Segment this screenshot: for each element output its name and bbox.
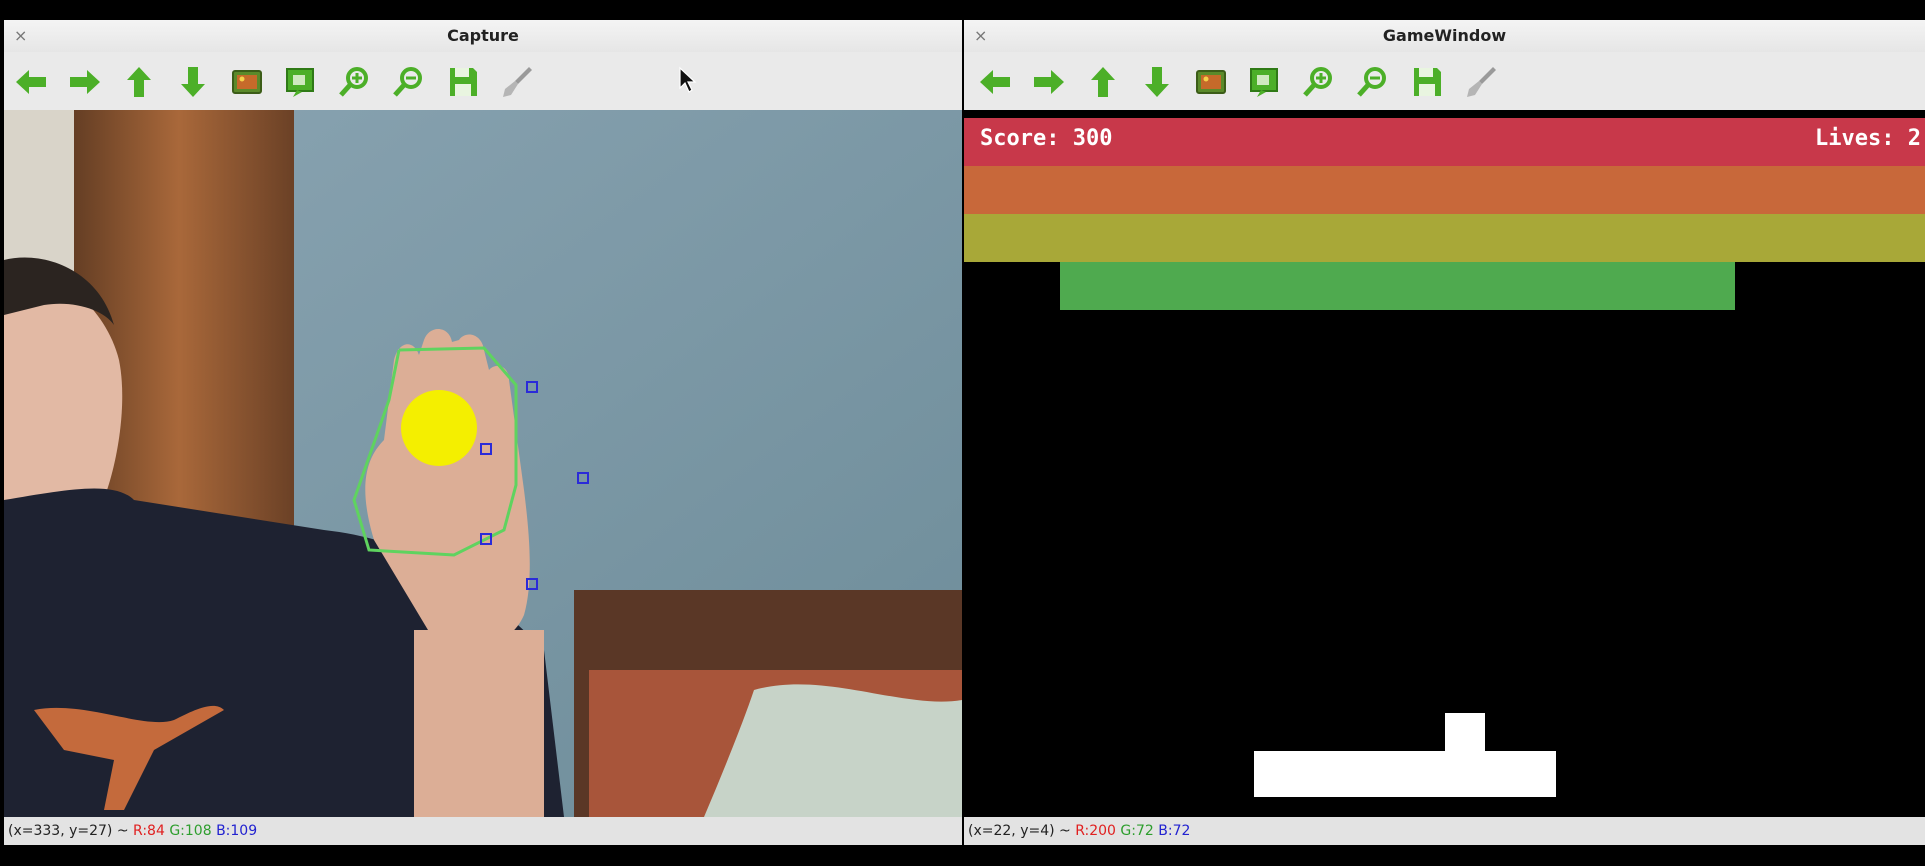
close-icon[interactable]: × [974, 20, 987, 52]
mouse-cursor-icon [679, 66, 697, 93]
lives-label: Lives: 2 [1815, 126, 1921, 151]
tracking-marker [526, 578, 538, 590]
save-icon[interactable] [442, 62, 484, 102]
window-title: GameWindow [1382, 26, 1507, 45]
arrow-left-icon[interactable] [10, 62, 52, 102]
score-label: Score: 300 [980, 126, 1113, 151]
capture-statusbar: (x=333, y=27) ~ R:84 G:108 B:109 [4, 817, 962, 845]
zoom-in-icon[interactable] [334, 62, 376, 102]
game-canvas[interactable]: Score: 300 Lives: 2 [964, 110, 1925, 817]
zoom-region-icon[interactable] [1244, 62, 1286, 102]
tracking-marker [526, 381, 538, 393]
tracking-marker [480, 533, 492, 545]
close-icon[interactable]: × [14, 20, 27, 52]
ball [1445, 713, 1485, 751]
game-titlebar: × GameWindow [964, 20, 1925, 52]
zoom-out-icon[interactable] [1352, 62, 1394, 102]
arrow-down-icon[interactable] [172, 62, 214, 102]
status-r: R:84 [133, 823, 165, 839]
tracking-marker [577, 472, 589, 484]
zoom-in-icon[interactable] [1298, 62, 1340, 102]
image-icon[interactable] [226, 62, 268, 102]
zoom-region-icon[interactable] [280, 62, 322, 102]
brush-icon[interactable] [496, 62, 538, 102]
zoom-out-icon[interactable] [388, 62, 430, 102]
arrow-up-icon[interactable] [1082, 62, 1124, 102]
status-coords: (x=22, y=4) ~ [968, 823, 1071, 839]
save-icon[interactable] [1406, 62, 1448, 102]
capture-window: × Capture (x=333, y=27) ~ R:84 G:108 B:1… [4, 20, 962, 845]
status-r: R:200 [1075, 823, 1116, 839]
status-g: G:108 [169, 823, 212, 839]
status-g: G:72 [1120, 823, 1154, 839]
arrow-right-icon[interactable] [64, 62, 106, 102]
game-window: × GameWindow Score: 300 Lives: 2 (x=22, … [964, 20, 1925, 845]
game-statusbar: (x=22, y=4) ~ R:200 G:72 B:72 [964, 817, 1925, 845]
paddle [1254, 751, 1556, 797]
arrow-up-icon[interactable] [118, 62, 160, 102]
image-icon[interactable] [1190, 62, 1232, 102]
webcam-view[interactable] [4, 110, 962, 817]
game-toolbar [964, 52, 1925, 110]
window-title: Capture [447, 26, 519, 45]
webcam-frame [4, 110, 962, 817]
arrow-left-icon[interactable] [974, 62, 1016, 102]
brick-row [1060, 262, 1735, 310]
arrow-right-icon[interactable] [1028, 62, 1070, 102]
capture-toolbar [4, 52, 962, 110]
capture-titlebar: × Capture [4, 20, 962, 52]
brick-row [964, 166, 1925, 214]
brush-icon[interactable] [1460, 62, 1502, 102]
status-b: B:109 [216, 823, 258, 839]
status-coords: (x=333, y=27) ~ [8, 823, 129, 839]
brick-row [964, 214, 1925, 262]
arrow-down-icon[interactable] [1136, 62, 1178, 102]
status-b: B:72 [1158, 823, 1191, 839]
tracking-marker [480, 443, 492, 455]
